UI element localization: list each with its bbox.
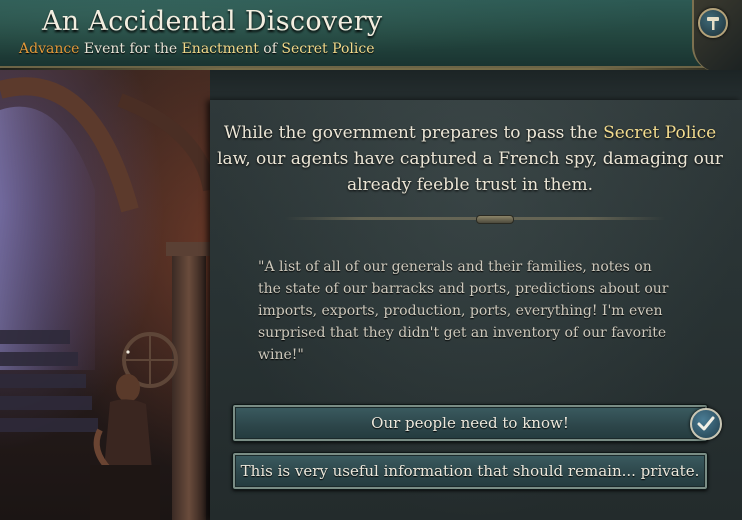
description-highlight: Secret Police [603,123,717,143]
section-divider [285,217,665,220]
option-label-2: This is very useful information that sho… [240,462,700,480]
flavor-text: "A list of all of our generals and their… [258,259,669,363]
corner-ornament [692,0,742,72]
subtitle-text-1: Event for the [79,41,182,57]
dungeon-scene-image [0,77,210,520]
event-panel: While the government prepares to pass th… [210,100,742,520]
option-label-1: Our people need to know! [371,414,569,432]
subtitle-law-name: Secret Police [281,41,375,57]
description-text-1: While the government prepares to pass th… [223,123,604,143]
checkmark-icon [690,408,722,440]
event-illustration [0,70,210,520]
panel-top-band [210,70,742,100]
event-header: An Accidental Discovery Advance Event fo… [0,0,742,68]
event-subtitle: Advance Event for the Enactment of Secre… [19,41,375,57]
option-button-1[interactable]: Our people need to know! [232,404,708,442]
hammer-icon[interactable] [698,8,728,38]
option-button-2[interactable]: This is very useful information that sho… [232,452,708,490]
event-title: An Accidental Discovery [42,6,383,37]
subtitle-text-2: of [258,41,282,57]
event-description: While the government prepares to pass th… [210,120,730,198]
subtitle-advance: Advance [19,41,80,57]
subtitle-enactment: Enactment [181,41,259,57]
description-text-2: law, our agents have captured a French s… [217,149,723,195]
divider-ornament [476,215,514,224]
